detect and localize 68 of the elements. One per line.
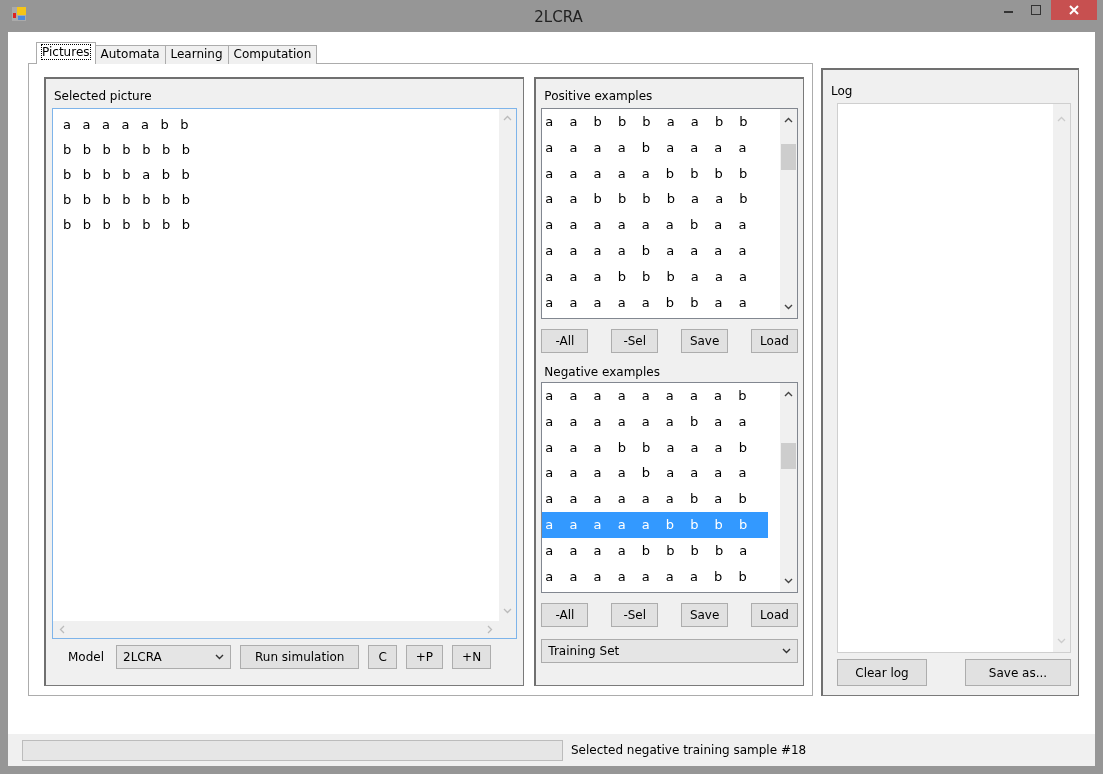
list-item[interactable]: a a a a a a a b b — [542, 563, 769, 590]
tab[interactable]: Pictures — [36, 42, 96, 64]
picture-row-text: b b b b b b b — [62, 191, 190, 209]
scroll-down-icon — [784, 578, 793, 584]
list-item[interactable]: a a b b b b a a b — [542, 186, 769, 213]
scroll-down-icon — [784, 304, 793, 310]
maximize-icon — [1030, 5, 1041, 15]
list-item[interactable]: a a a b b a a a b — [542, 434, 769, 461]
example-list[interactable]: a a b b b a a b b a a a a b a a a a a a a a a b b b b a a b b b b a a b a a a a a a b a a a a a a b a a a a a a a b b b a a a a a a a a b b a a — [541, 108, 798, 319]
close-icon — [1069, 5, 1079, 15]
list-item[interactable]: a a a b b b a a a — [542, 263, 769, 290]
tab[interactable]: Automata — [94, 45, 166, 64]
list-item[interactable]: a a a a a a b a b — [542, 486, 769, 512]
scroll-down-icon — [503, 608, 513, 614]
picture-row-text: b b b b a b b — [62, 166, 190, 184]
group-label: Log — [830, 83, 854, 100]
log-button[interactable]: Save as... — [965, 659, 1071, 686]
log-button[interactable]: Clear log — [837, 659, 927, 686]
scroll-up-icon — [503, 115, 513, 121]
picture-row-text: b b b b b b b — [62, 216, 190, 234]
group-label: Selected picture — [53, 88, 153, 105]
chevron-icon — [215, 654, 225, 660]
model-label: Model — [68, 649, 105, 666]
list-button[interactable]: -All — [541, 329, 589, 353]
picture-row-text: b b b b b b b — [62, 141, 190, 159]
model-dropdown[interactable]: 2LCRA — [116, 645, 232, 669]
action-button[interactable]: +P — [405, 645, 444, 669]
window-title: 2LCRA — [533, 7, 584, 28]
group-label: Positive examples — [543, 88, 654, 105]
scroll-left-icon — [59, 625, 65, 634]
list-item[interactable]: a a a a a a b a a — [542, 212, 769, 238]
scroll-right-icon — [487, 625, 494, 634]
picture-row-text: a a a a a b b — [62, 116, 189, 134]
action-button[interactable]: C — [368, 645, 397, 669]
list-button[interactable]: -All — [541, 603, 589, 627]
scroll-up-icon — [1057, 116, 1066, 122]
list-button[interactable]: -Sel — [611, 329, 659, 353]
list-item[interactable]: a a a a b a a a a — [542, 238, 769, 264]
scrollbar-thumb[interactable] — [781, 443, 796, 469]
action-button[interactable]: Run simulation — [240, 645, 360, 669]
tab[interactable]: Learning — [164, 45, 229, 64]
list-button[interactable]: Load — [751, 603, 798, 627]
list-button[interactable]: Save — [681, 329, 729, 353]
example-list[interactable]: a a a a a a a a b a a a a a a b a a a a a b b a a a b a a a a b a a a a a a a a a a b a b a a a a a b b b b a a a a b b b b a a a a a a a a b b — [541, 382, 798, 593]
list-item[interactable]: a a a a b a a a a — [542, 134, 769, 161]
list-item[interactable]: a a a a a a b a a — [542, 408, 769, 435]
action-button[interactable]: +N — [452, 645, 492, 669]
list-item[interactable]: a a a a a b b b b — [542, 160, 769, 187]
status-text: Selected negative training sample #18 — [571, 742, 807, 759]
group-label: Negative examples — [543, 364, 661, 381]
list-button[interactable]: Save — [681, 603, 729, 627]
list-item[interactable]: a a b b b a a b b — [542, 109, 769, 135]
set-dropdown[interactable]: Training Set — [541, 639, 798, 663]
scroll-up-icon — [784, 391, 793, 397]
list-item[interactable]: a a a a a b b a a — [542, 289, 769, 316]
chevron-icon — [782, 648, 791, 654]
list-item[interactable]: a a a a b b b b a — [542, 537, 769, 564]
close-button[interactable] — [1051, 0, 1097, 20]
list-item[interactable]: a a a a a a a a b — [542, 383, 769, 409]
scroll-up-icon — [784, 117, 793, 123]
scrollbar-thumb[interactable] — [781, 144, 796, 170]
list-button[interactable]: -Sel — [611, 603, 659, 627]
tab[interactable]: Computation — [227, 45, 318, 64]
scroll-down-icon — [1057, 638, 1066, 644]
list-button[interactable]: Load — [751, 329, 798, 353]
picture-text-area[interactable]: a a a a a b b b b b b b b b b b b b a b b b b b b b b b b b b b b b b — [52, 108, 518, 639]
list-item[interactable]: a a a a b a a a a — [542, 460, 769, 487]
app-icon — [12, 7, 26, 21]
